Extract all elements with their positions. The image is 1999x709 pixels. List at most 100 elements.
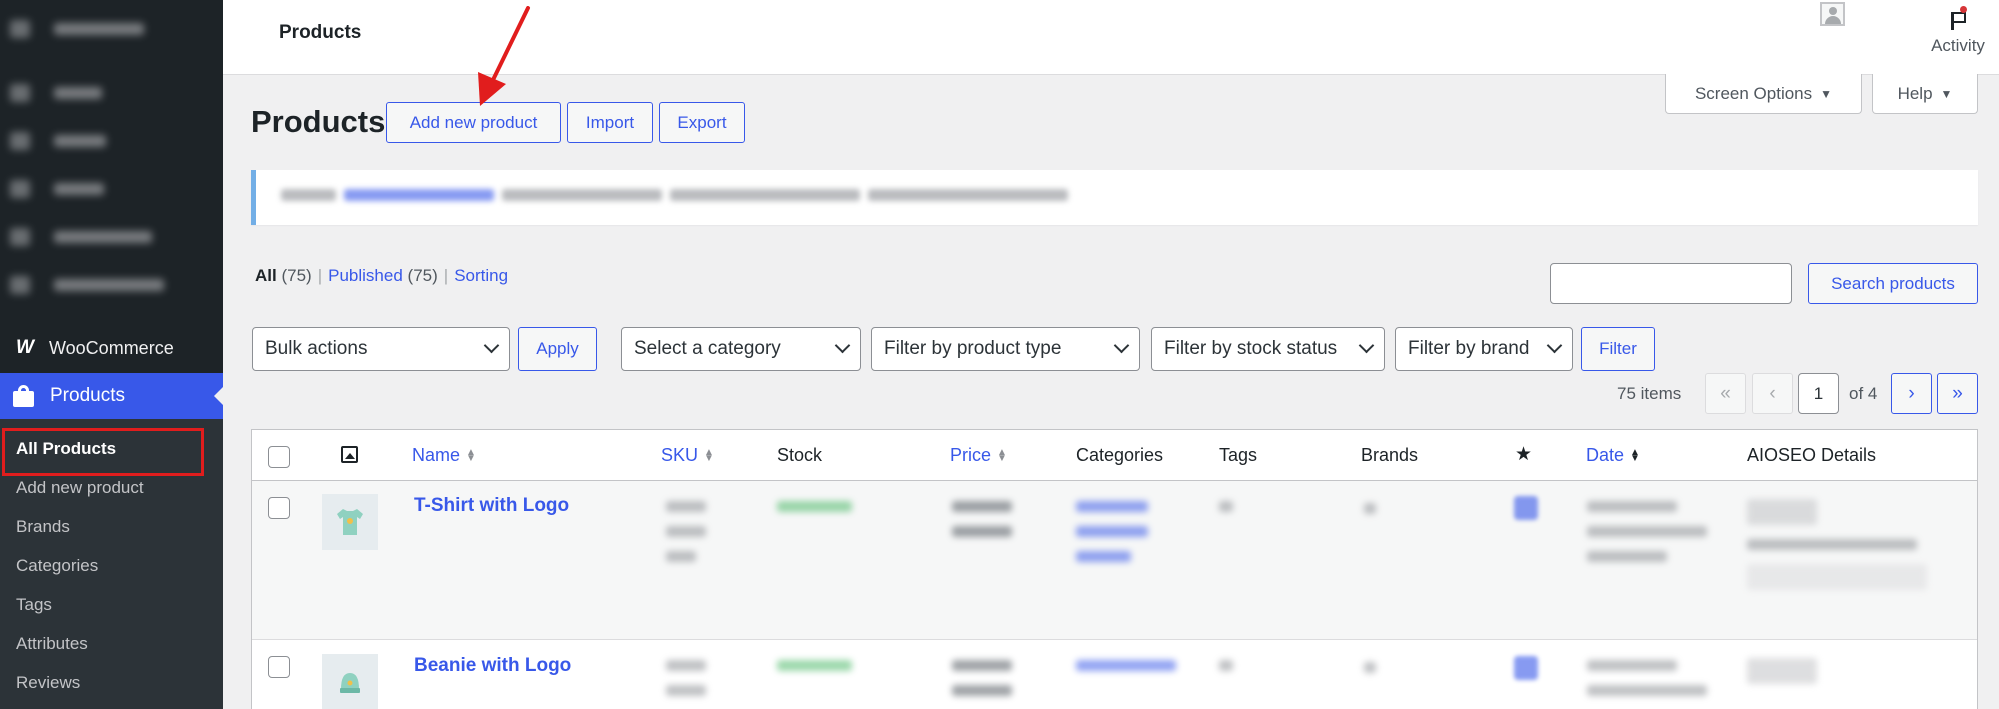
aioseo-blurred [1747,658,1827,698]
import-button[interactable]: Import [567,102,653,143]
sidebar-item-blurred[interactable] [10,20,144,38]
activity-button[interactable]: Activity [1923,4,1993,56]
image-icon [341,446,358,463]
column-date-sort[interactable]: Date ▲ ▼ [1586,445,1640,466]
table-row: Beanie with Logo [252,640,1977,709]
help-button[interactable]: Help ▼ [1872,74,1978,114]
view-published-count: (75) [407,266,438,285]
screen-options-label: Screen Options [1694,83,1813,103]
column-price-sort[interactable]: Price ▲ ▼ [950,445,1007,466]
sidebar-item-woocommerce[interactable]: W WooCommerce [0,330,223,366]
sidebar-item-products[interactable]: Products [0,373,223,419]
chevron-down-icon [834,337,851,354]
column-sku-label: SKU [661,445,699,465]
submenu-add-new-product[interactable]: Add new product [16,478,144,498]
sidebar-item-blurred[interactable] [10,132,106,150]
stock-status-filter-select[interactable]: Filter by stock status [1151,327,1385,371]
top-bar-title: Products [279,22,362,43]
submenu-reviews[interactable]: Reviews [16,673,80,693]
avatar-icon[interactable] [1820,2,1845,26]
product-name-link[interactable]: Beanie with Logo [414,655,571,677]
date-blurred [1587,660,1707,709]
view-all-count: (75) [281,266,312,285]
table-header: Name ▲ ▼ SKU ▲ ▼ Stock Price ▲ ▼ Categories Ta… [252,430,1977,481]
sort-arrows-icon: ▲ ▼ [466,447,476,465]
price-blurred [952,660,1012,709]
aioseo-blurred [1747,499,1927,604]
column-tags: Tags [1219,445,1258,465]
stock-blurred [777,660,852,685]
submenu-attributes[interactable]: Attributes [16,634,88,654]
screen-options-button[interactable]: Screen Options ▼ [1665,74,1862,114]
select-all-checkbox[interactable] [268,446,290,468]
product-name-link[interactable]: T-Shirt with Logo [414,495,569,517]
beanie-icon[interactable] [322,654,378,709]
brands-blurred [1364,662,1376,687]
export-button[interactable]: Export [659,102,745,143]
column-sku-sort[interactable]: SKU ▲ ▼ [661,445,714,466]
sidebar-item-blurred[interactable] [10,276,164,294]
category-filter-select[interactable]: Select a category [621,327,861,371]
sort-arrows-icon: ▲ ▼ [997,447,1007,465]
sidebar-item-blurred[interactable] [10,228,152,246]
brand-filter-value: Filter by brand [1408,338,1530,359]
help-label: Help [1897,83,1933,103]
first-page-button: « [1705,373,1746,414]
admin-notice [251,170,1978,225]
categories-blurred[interactable] [1076,501,1148,576]
search-input[interactable] [1550,263,1792,304]
chevron-down-icon [1113,337,1130,354]
submenu-categories[interactable]: Categories [16,556,98,576]
chevron-down-icon [483,337,500,354]
featured-star-icon[interactable]: ★ [1515,443,1532,466]
view-published[interactable]: Published (75) [328,266,438,285]
featured-toggle[interactable] [1514,656,1538,680]
next-page-button[interactable]: › [1891,373,1932,414]
brand-filter-select[interactable]: Filter by brand [1395,327,1573,371]
column-price-label: Price [950,445,992,465]
apply-button[interactable]: Apply [518,327,597,371]
filter-button[interactable]: Filter [1581,327,1655,371]
page-title: Products [251,104,386,139]
featured-toggle[interactable] [1514,496,1538,520]
price-blurred [952,501,1012,551]
tags-blurred [1219,660,1233,685]
row-checkbox[interactable] [268,656,290,678]
view-all[interactable]: All (75) [255,266,312,285]
last-page-button[interactable]: » [1937,373,1978,414]
product-status-views: All (75) | Published (75) | Sorting [255,266,509,285]
sku-blurred [666,501,706,576]
tshirt-icon[interactable] [322,494,378,550]
products-table: Name ▲ ▼ SKU ▲ ▼ Stock Price ▲ ▼ Categories Ta… [251,429,1978,709]
stock-status-filter-value: Filter by stock status [1164,338,1338,359]
column-brands: Brands [1361,445,1419,465]
table-row: T-Shirt with Logo [252,481,1977,640]
sidebar-item-blurred[interactable] [10,180,104,198]
product-type-filter-select[interactable]: Filter by product type [871,327,1140,371]
column-categories: Categories [1076,445,1164,465]
column-name-sort[interactable]: Name ▲ ▼ [412,445,476,466]
view-sorting[interactable]: Sorting [454,266,508,285]
add-new-product-button[interactable]: Add new product [386,102,561,143]
bulk-actions-select[interactable]: Bulk actions [252,327,510,371]
sidebar-item-label: Products [50,385,125,406]
categories-blurred[interactable] [1076,660,1176,685]
sidebar-item-blurred[interactable] [10,84,102,102]
admin-sidebar: W WooCommerce Products All Products Add … [0,0,223,709]
chevron-down-icon [1546,337,1563,354]
column-name-label: Name [412,445,461,465]
row-checkbox[interactable] [268,497,290,519]
search-products-button[interactable]: Search products [1808,263,1978,304]
column-stock: Stock [777,445,823,465]
red-arrow-annotation [478,6,530,106]
current-page-input[interactable]: 1 [1798,373,1839,414]
sort-arrows-icon: ▲ ▼ [704,447,714,465]
view-published-label: Published [328,266,403,285]
category-filter-value: Select a category [634,338,781,359]
submenu-tags[interactable]: Tags [16,595,52,615]
submenu-brands[interactable]: Brands [16,517,70,537]
caret-down-icon: ▼ [1820,86,1833,101]
sort-desc-icon: ▲ ▼ [1630,447,1640,465]
sidebar-item-label: WooCommerce [49,337,174,358]
date-blurred [1587,501,1707,576]
